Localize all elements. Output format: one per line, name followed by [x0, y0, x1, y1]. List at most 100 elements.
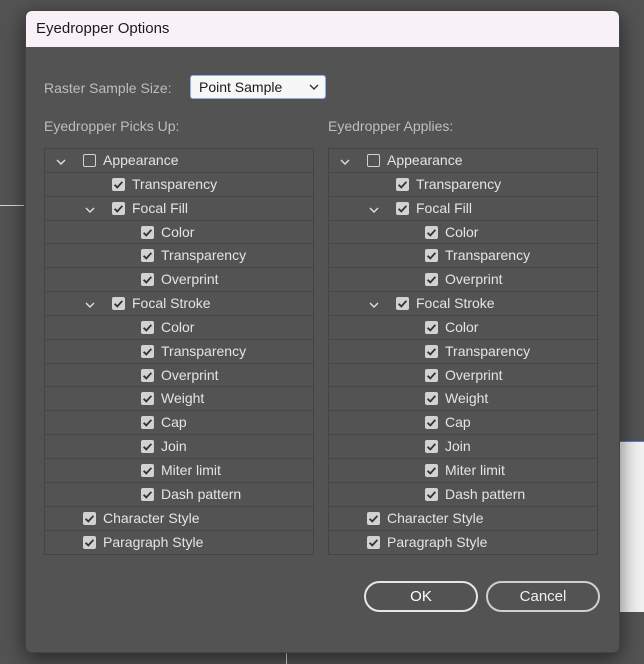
- chevron-down-icon[interactable]: [55, 155, 67, 167]
- picks-up-row-stroke-cap: Cap: [45, 411, 313, 436]
- applies-checkbox-fill-overprint[interactable]: [425, 273, 438, 287]
- picks-up-row-stroke-color: Color: [45, 316, 313, 340]
- applies-row-focal-stroke: Focal Stroke: [329, 292, 597, 316]
- chevron-down-icon[interactable]: [368, 298, 380, 310]
- chevron-down-icon: [309, 84, 319, 90]
- applies-checkbox-stroke-color[interactable]: [425, 320, 438, 334]
- applies-checkbox-stroke-transparency[interactable]: [425, 344, 438, 358]
- applies-checkbox-appearance-transparency[interactable]: [396, 177, 409, 191]
- raster-sample-size-select[interactable]: Point Sample: [190, 75, 326, 99]
- picks-up-row-fill-transparency: Transparency: [45, 244, 313, 269]
- chevron-down-icon[interactable]: [84, 298, 96, 310]
- applies-checkbox-fill-color[interactable]: [425, 225, 438, 239]
- applies-row-stroke-cap: Cap: [329, 411, 597, 436]
- applies-row-stroke-overprint: Overprint: [329, 364, 597, 388]
- picks-up-checkbox-character-style[interactable]: [83, 511, 96, 525]
- picks-up-row-fill-overprint: Overprint: [45, 268, 313, 293]
- picks-up-checkbox-paragraph-style[interactable]: [83, 535, 96, 549]
- picks-up-label-stroke-color: Color: [161, 318, 195, 335]
- picks-up-checkbox-focal-stroke[interactable]: [112, 297, 125, 311]
- applies-row-stroke-join: Join: [329, 435, 597, 459]
- picks-up-label-fill-transparency: Transparency: [161, 247, 247, 264]
- picks-up-label-character-style: Character Style: [103, 509, 200, 526]
- applies-checkbox-paragraph-style[interactable]: [367, 535, 380, 549]
- picks-up-checkbox-stroke-overprint[interactable]: [141, 368, 154, 382]
- background-guide-line: [0, 205, 24, 206]
- picks-up-checkbox-appearance[interactable]: [83, 154, 96, 167]
- applies-row-character-style: Character Style: [329, 507, 597, 531]
- picks-up-label-appearance-transparency: Transparency: [132, 175, 218, 192]
- ok-button[interactable]: OK: [364, 581, 478, 612]
- picks-up-checkbox-fill-overprint[interactable]: [141, 273, 154, 287]
- applies-checkbox-stroke-dash-pattern[interactable]: [425, 487, 438, 501]
- picks-up-checkbox-stroke-miter-limit[interactable]: [141, 463, 154, 477]
- applies-row-paragraph-style: Paragraph Style: [329, 531, 597, 555]
- applies-label-stroke-weight: Weight: [445, 390, 489, 407]
- picks-up-row-stroke-miter-limit: Miter limit: [45, 459, 313, 483]
- picks-up-checkbox-fill-color[interactable]: [141, 225, 154, 239]
- picks-up-checkbox-stroke-color[interactable]: [141, 320, 154, 334]
- dialog-title: Eyedropper Options: [26, 11, 619, 47]
- picks-up-row-stroke-dash-pattern: Dash pattern: [45, 483, 313, 507]
- chevron-down-icon[interactable]: [339, 155, 351, 167]
- applies-label-fill-transparency: Transparency: [445, 247, 531, 264]
- applies-label-stroke-color: Color: [445, 318, 479, 335]
- picks-up-row-fill-color: Color: [45, 221, 313, 245]
- applies-checkbox-character-style[interactable]: [367, 511, 380, 525]
- picks-up-label-appearance: Appearance: [103, 152, 179, 168]
- picks-up-label-stroke-join: Join: [161, 438, 187, 455]
- applies-checkbox-stroke-overprint[interactable]: [425, 368, 438, 382]
- picks-up-label-paragraph-style: Paragraph Style: [103, 533, 204, 550]
- applies-tree: Appearance Transparency Focal Fill Color Tra…: [328, 148, 598, 556]
- applies-checkbox-fill-transparency[interactable]: [425, 249, 438, 263]
- applies-checkbox-stroke-cap[interactable]: [425, 416, 438, 430]
- picks-up-label-focal-stroke: Focal Stroke: [132, 295, 211, 312]
- applies-row-stroke-weight: Weight: [329, 387, 597, 412]
- picks-up-checkbox-stroke-join[interactable]: [141, 440, 154, 454]
- picks-up-label: Eyedropper Picks Up:: [44, 118, 180, 134]
- applies-row-stroke-color: Color: [329, 316, 597, 340]
- chevron-down-icon[interactable]: [84, 203, 96, 215]
- picks-up-row-focal-fill: Focal Fill: [45, 197, 313, 221]
- picks-up-checkbox-stroke-dash-pattern[interactable]: [141, 487, 154, 501]
- picks-up-label-fill-overprint: Overprint: [161, 271, 219, 288]
- picks-up-label-stroke-miter-limit: Miter limit: [161, 461, 221, 478]
- applies-label-stroke-miter-limit: Miter limit: [445, 461, 505, 478]
- picks-up-row-focal-stroke: Focal Stroke: [45, 292, 313, 316]
- applies-row-stroke-miter-limit: Miter limit: [329, 459, 597, 483]
- applies-checkbox-appearance[interactable]: [367, 154, 380, 167]
- picks-up-label-focal-fill: Focal Fill: [132, 199, 189, 216]
- applies-row-appearance-transparency: Transparency: [329, 173, 597, 197]
- applies-checkbox-stroke-join[interactable]: [425, 440, 438, 454]
- picks-up-label-stroke-weight: Weight: [161, 390, 205, 407]
- picks-up-row-paragraph-style: Paragraph Style: [45, 531, 313, 555]
- picks-up-row-character-style: Character Style: [45, 507, 313, 531]
- applies-checkbox-focal-stroke[interactable]: [396, 297, 409, 311]
- applies-label-stroke-join: Join: [445, 438, 471, 455]
- picks-up-checkbox-stroke-weight[interactable]: [141, 392, 154, 406]
- applies-row-appearance: Appearance: [329, 149, 597, 173]
- cancel-button[interactable]: Cancel: [486, 581, 600, 612]
- chevron-down-icon[interactable]: [368, 203, 380, 215]
- picks-up-checkbox-fill-transparency[interactable]: [141, 249, 154, 263]
- applies-label-stroke-cap: Cap: [445, 414, 471, 431]
- picks-up-row-stroke-join: Join: [45, 435, 313, 459]
- picks-up-checkbox-stroke-transparency[interactable]: [141, 344, 154, 358]
- applies-label: Eyedropper Applies:: [328, 118, 454, 134]
- picks-up-row-appearance-transparency: Transparency: [45, 173, 313, 197]
- picks-up-checkbox-appearance-transparency[interactable]: [112, 177, 125, 191]
- picks-up-checkbox-stroke-cap[interactable]: [141, 416, 154, 430]
- applies-checkbox-stroke-weight[interactable]: [425, 392, 438, 406]
- applies-label-fill-color: Color: [445, 223, 479, 240]
- applies-label-fill-overprint: Overprint: [445, 271, 503, 288]
- applies-checkbox-focal-fill[interactable]: [396, 201, 409, 215]
- picks-up-tree: Appearance Transparency Focal Fill Color Tra…: [44, 148, 314, 556]
- applies-checkbox-stroke-miter-limit[interactable]: [425, 463, 438, 477]
- applies-label-stroke-overprint: Overprint: [445, 366, 503, 383]
- picks-up-checkbox-focal-fill[interactable]: [112, 201, 125, 215]
- applies-label-stroke-transparency: Transparency: [445, 342, 531, 359]
- picks-up-label-fill-color: Color: [161, 223, 195, 240]
- picks-up-row-stroke-weight: Weight: [45, 387, 313, 412]
- raster-sample-size-label: Raster Sample Size:: [44, 80, 172, 96]
- picks-up-row-stroke-transparency: Transparency: [45, 340, 313, 364]
